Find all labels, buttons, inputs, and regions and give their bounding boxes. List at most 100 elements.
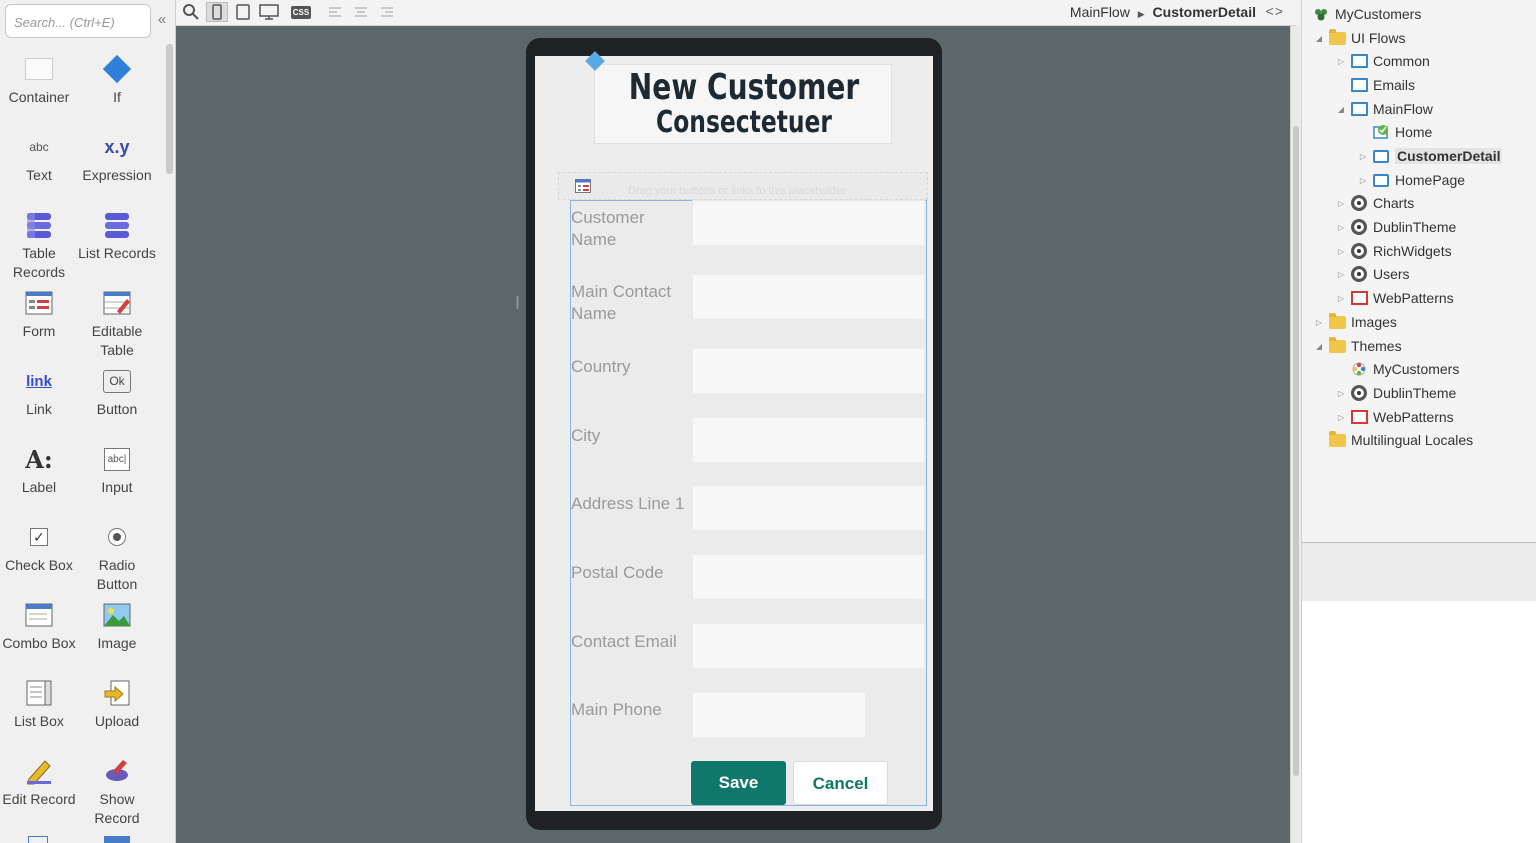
tree-node-richwidgets[interactable]: ▷ RichWidgets bbox=[1336, 240, 1452, 262]
tablet-view-button[interactable] bbox=[232, 2, 254, 22]
tool-label: Upload bbox=[94, 713, 140, 729]
canvas-scrollbar[interactable] bbox=[1290, 26, 1300, 843]
tool-check-box[interactable]: ✓ Check Box bbox=[0, 522, 78, 575]
tree-node-emails[interactable]: Emails bbox=[1336, 74, 1415, 96]
tool-label: Radio Button bbox=[96, 557, 138, 592]
collapsed-arrow-icon[interactable]: ▷ bbox=[1358, 176, 1368, 185]
tool-form[interactable]: Form bbox=[0, 288, 78, 341]
collapse-left-icon[interactable]: « bbox=[154, 12, 170, 28]
collapsed-arrow-icon[interactable]: ▷ bbox=[1336, 223, 1346, 232]
page-subtitle[interactable]: Consectetuer Limited bbox=[628, 105, 860, 143]
address-line-1-input[interactable] bbox=[692, 485, 925, 531]
code-toggle-button[interactable]: <> bbox=[1266, 3, 1284, 19]
if-diamond-icon bbox=[102, 54, 132, 84]
contact-email-input[interactable] bbox=[692, 623, 925, 669]
form-widget-icon bbox=[575, 179, 591, 193]
main-phone-input[interactable] bbox=[692, 692, 866, 738]
tool-button[interactable]: Ok Button bbox=[78, 366, 156, 419]
tool-input[interactable]: abc| Input bbox=[78, 444, 156, 497]
tool-image[interactable]: Image bbox=[78, 600, 156, 653]
tree-node-app[interactable]: MyCustomers bbox=[1312, 3, 1421, 25]
tree-node-images[interactable]: ▷ Images bbox=[1314, 311, 1397, 333]
tree-node-charts[interactable]: ▷ Charts bbox=[1336, 192, 1414, 214]
tool-text[interactable]: abc Text bbox=[0, 132, 78, 185]
title-container[interactable]: New Customer Consectetuer Limited bbox=[594, 64, 892, 144]
collapsed-arrow-icon[interactable]: ▷ bbox=[1314, 318, 1324, 327]
expanded-arrow-icon[interactable]: ◢ bbox=[1336, 105, 1346, 114]
toolbox-scrollbar[interactable] bbox=[166, 44, 173, 174]
toolbox-search-input[interactable]: Search... (Ctrl+E) bbox=[5, 4, 151, 38]
tree-node-users[interactable]: ▷ Users bbox=[1336, 263, 1410, 285]
screen-icon bbox=[1373, 173, 1389, 187]
page-title[interactable]: New Customer bbox=[628, 67, 860, 108]
postal-code-input[interactable] bbox=[692, 554, 925, 600]
tool-link[interactable]: link Link bbox=[0, 366, 78, 419]
align-center-button[interactable] bbox=[350, 2, 372, 22]
tree-node-theme-mycustomers[interactable]: MyCustomers bbox=[1336, 358, 1459, 380]
tool-combo-box[interactable]: Combo Box bbox=[0, 600, 78, 653]
tool-label: List Records bbox=[78, 245, 156, 261]
collapsed-arrow-icon[interactable]: ▷ bbox=[1336, 199, 1346, 208]
tree-node-theme-webpatterns[interactable]: ▷ WebPatterns bbox=[1336, 406, 1454, 428]
tool-expression[interactable]: x.y Expression bbox=[78, 132, 156, 185]
tool-list-records[interactable]: List Records bbox=[78, 210, 156, 263]
collapsed-arrow-icon[interactable]: ▷ bbox=[1358, 152, 1368, 161]
collapsed-arrow-icon[interactable]: ▷ bbox=[1336, 57, 1346, 66]
collapsed-arrow-icon[interactable]: ▷ bbox=[1336, 247, 1346, 256]
field-label-contact-email: Contact Email bbox=[571, 632, 677, 651]
breadcrumb-screen[interactable]: CustomerDetail bbox=[1153, 4, 1256, 20]
customer-name-input[interactable] bbox=[692, 200, 925, 246]
tool-show-record[interactable]: Show Record bbox=[78, 756, 156, 828]
cancel-button[interactable]: Cancel bbox=[793, 761, 888, 805]
tree-node-multilingual-locales[interactable]: Multilingual Locales bbox=[1314, 429, 1473, 451]
tree-node-home[interactable]: Home bbox=[1358, 121, 1432, 143]
module-icon bbox=[1351, 243, 1367, 259]
tree-node-common[interactable]: ▷ Common bbox=[1336, 50, 1430, 72]
editable-table-icon bbox=[103, 291, 131, 315]
expression-xy-icon: x.y bbox=[104, 136, 130, 157]
breadcrumb-flow[interactable]: MainFlow bbox=[1070, 4, 1130, 20]
country-input[interactable] bbox=[692, 348, 925, 394]
tree-node-webpatterns[interactable]: ▷ WebPatterns bbox=[1336, 287, 1454, 309]
tablet-icon bbox=[236, 4, 250, 20]
tree-node-dublintheme[interactable]: ▷ DublinTheme bbox=[1336, 216, 1456, 238]
app-icon bbox=[1315, 9, 1327, 21]
tool-list-box[interactable]: List Box bbox=[0, 678, 78, 731]
panel-splitter[interactable] bbox=[1301, 543, 1536, 601]
phone-view-button[interactable] bbox=[206, 2, 228, 22]
container-icon bbox=[25, 58, 53, 80]
canvas-scroll-thumb[interactable] bbox=[1293, 126, 1299, 776]
tree-node-themes[interactable]: ◢ Themes bbox=[1314, 335, 1402, 357]
collapsed-arrow-icon[interactable]: ▷ bbox=[1336, 294, 1346, 303]
align-right-icon bbox=[381, 7, 393, 17]
save-button[interactable]: Save bbox=[691, 761, 786, 805]
tool-edit-record[interactable]: Edit Record bbox=[0, 756, 78, 809]
zoom-preview-button[interactable] bbox=[180, 2, 202, 22]
align-left-button[interactable] bbox=[324, 2, 346, 22]
tool-editable-table[interactable]: Editable Table bbox=[78, 288, 156, 360]
css-button[interactable]: CSS bbox=[290, 2, 312, 22]
tree-node-customerdetail[interactable]: ▷ CustomerDetail bbox=[1358, 145, 1503, 167]
collapsed-arrow-icon[interactable]: ▷ bbox=[1336, 389, 1346, 398]
collapsed-arrow-icon[interactable]: ▷ bbox=[1336, 413, 1346, 422]
expanded-arrow-icon[interactable]: ◢ bbox=[1314, 342, 1324, 351]
web-patterns-icon bbox=[1350, 410, 1368, 424]
tool-radio-button[interactable]: Radio Button bbox=[78, 522, 156, 594]
tool-label: Check Box bbox=[5, 557, 73, 573]
city-input[interactable] bbox=[692, 417, 925, 463]
expanded-arrow-icon[interactable]: ◢ bbox=[1314, 34, 1324, 43]
tool-if[interactable]: If bbox=[78, 54, 156, 107]
tool-container[interactable]: Container bbox=[0, 54, 78, 107]
align-right-button[interactable] bbox=[376, 2, 398, 22]
tree-node-theme-dublintheme[interactable]: ▷ DublinTheme bbox=[1336, 382, 1456, 404]
tree-node-mainflow[interactable]: ◢ MainFlow bbox=[1336, 98, 1433, 120]
tool-upload[interactable]: Upload bbox=[78, 678, 156, 731]
tool-table-records[interactable]: Table Records bbox=[0, 210, 78, 282]
tree-node-ui-flows[interactable]: ◢ UI Flows bbox=[1314, 27, 1405, 49]
collapsed-arrow-icon[interactable]: ▷ bbox=[1336, 270, 1346, 279]
tool-label[interactable]: A: Label bbox=[0, 444, 78, 497]
field-label-customer-name: Customer Name bbox=[571, 208, 645, 249]
main-contact-name-input[interactable] bbox=[692, 274, 925, 320]
tree-node-homepage[interactable]: ▷ HomePage bbox=[1358, 169, 1465, 191]
desktop-view-button[interactable] bbox=[258, 2, 280, 22]
